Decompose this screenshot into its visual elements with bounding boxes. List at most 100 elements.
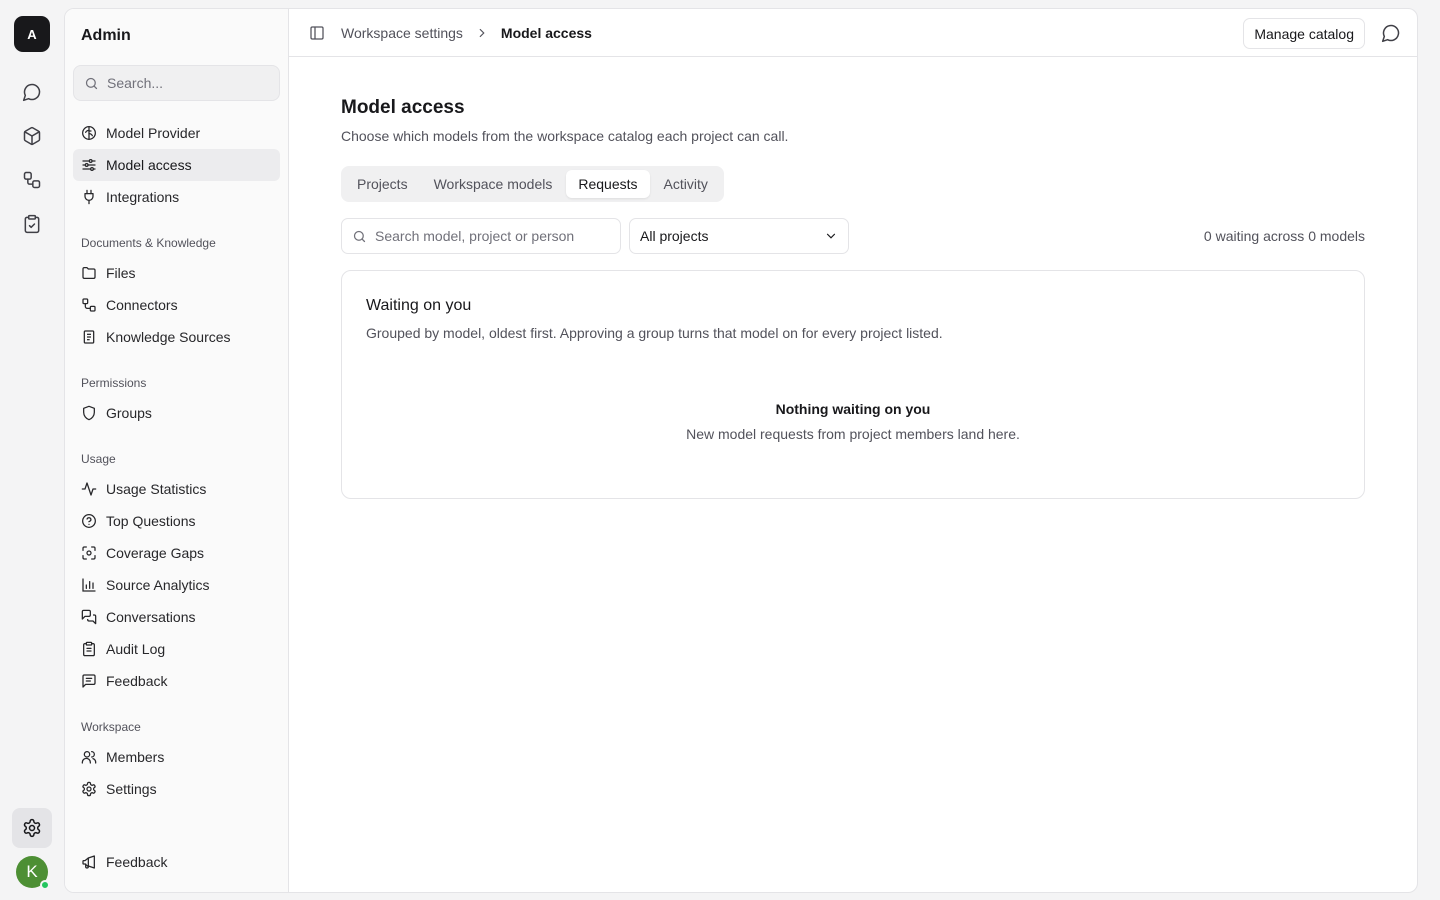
- breadcrumb-current: Model access: [500, 24, 592, 41]
- sidebar-title: Admin: [81, 27, 131, 44]
- sidebar-item-settings[interactable]: Settings: [73, 773, 280, 805]
- activity-icon: [81, 481, 97, 497]
- sidebar-item-label: Conversations: [106, 609, 196, 625]
- workspace-logo[interactable]: A: [14, 16, 50, 52]
- online-status-dot: [40, 880, 50, 890]
- rail-tasks-button[interactable]: [12, 204, 52, 244]
- folder-icon: [81, 265, 97, 281]
- help-circle-icon: [81, 513, 97, 529]
- tab-requests[interactable]: Requests: [566, 170, 650, 198]
- tab-bar: Projects Workspace models Requests Activ…: [341, 166, 724, 202]
- project-filter-value: All projects: [640, 228, 709, 244]
- rail-chat-button[interactable]: [12, 72, 52, 112]
- sidebar-item-label: Connectors: [106, 297, 178, 313]
- sidebar-item-label: Source Analytics: [106, 577, 210, 593]
- waiting-summary: 0 waiting across 0 models: [1203, 228, 1365, 244]
- sidebar-item-members[interactable]: Members: [73, 741, 280, 773]
- sidebar-item-label: Settings: [106, 781, 157, 797]
- book-icon: [81, 329, 97, 345]
- connector-icon: [81, 297, 97, 313]
- sidebar-item-label: Usage Statistics: [106, 481, 207, 497]
- brain-icon: [81, 125, 97, 141]
- icon-rail: A K: [0, 0, 64, 900]
- cube-icon: [22, 126, 42, 146]
- sidebar-item-files[interactable]: Files: [73, 257, 280, 289]
- sidebar-item-label: Files: [106, 265, 136, 281]
- section-heading-usage: Usage: [81, 452, 116, 466]
- card-subtitle: Grouped by model, oldest first. Approvin…: [366, 325, 943, 341]
- sidebar-item-label: Audit Log: [106, 641, 166, 657]
- section-heading-documents: Documents & Knowledge: [81, 236, 216, 250]
- user-avatar[interactable]: K: [16, 856, 50, 890]
- project-filter-select[interactable]: All projects: [629, 218, 849, 254]
- empty-state-title: Nothing waiting on you: [775, 401, 931, 417]
- sidebar-item-label: Coverage Gaps: [106, 545, 205, 561]
- search-icon: [84, 76, 99, 91]
- rail-settings-button[interactable]: [12, 808, 52, 848]
- requests-card: Waiting on you Grouped by model, oldest …: [341, 270, 1365, 499]
- sidebar-item-model-access[interactable]: Model access: [73, 149, 280, 181]
- main-content: Workspace settings Model access Manage c…: [289, 9, 1417, 892]
- clipboard-list-icon: [81, 641, 97, 657]
- sidebar-item-top-questions[interactable]: Top Questions: [73, 505, 280, 537]
- tab-activity[interactable]: Activity: [652, 170, 720, 198]
- tab-projects[interactable]: Projects: [345, 170, 420, 198]
- sidebar-item-label: Model Provider: [106, 125, 201, 141]
- empty-state: Nothing waiting on you New model request…: [342, 401, 1364, 442]
- app-frame: Admin Model Provider Model access: [64, 8, 1418, 893]
- page-title: Model access: [341, 97, 465, 118]
- tab-workspace-models[interactable]: Workspace models: [422, 170, 565, 198]
- sidebar-nav: Model Provider Model access Integrations…: [73, 117, 280, 805]
- chevron-down-icon: [824, 229, 838, 243]
- gear-icon: [22, 818, 42, 838]
- sidebar-item-label: Feedback: [106, 673, 168, 689]
- sidebar-item-connectors[interactable]: Connectors: [73, 289, 280, 321]
- breadcrumb: Workspace settings Model access: [341, 25, 592, 41]
- request-search-input[interactable]: [375, 228, 605, 244]
- manage-catalog-button[interactable]: Manage catalog: [1243, 18, 1365, 49]
- gear-icon: [81, 781, 97, 797]
- shield-icon: [81, 405, 97, 421]
- workflow-icon: [22, 170, 42, 190]
- sidebar-item-groups[interactable]: Groups: [73, 397, 280, 429]
- sidebar-footer-feedback[interactable]: Feedback: [73, 846, 280, 878]
- sidebar-item-conversations[interactable]: Conversations: [73, 601, 280, 633]
- sidebar-toggle-icon[interactable]: [309, 25, 325, 41]
- request-search[interactable]: [341, 218, 621, 254]
- chat-bubble-icon: [22, 82, 42, 102]
- rail-workflow-button[interactable]: [12, 160, 52, 200]
- sliders-icon: [81, 157, 97, 173]
- filter-bar: All projects 0 waiting across 0 models: [341, 218, 1365, 254]
- sidebar-item-label: Integrations: [106, 189, 180, 205]
- messages-icon: [81, 609, 97, 625]
- page-body: Model access Choose which models from th…: [341, 97, 1365, 499]
- sidebar-item-feedback[interactable]: Feedback: [73, 665, 280, 697]
- sidebar-item-source-analytics[interactable]: Source Analytics: [73, 569, 280, 601]
- message-square-text-icon: [81, 673, 97, 689]
- sidebar-item-usage-statistics[interactable]: Usage Statistics: [73, 473, 280, 505]
- sidebar-item-label: Top Questions: [106, 513, 196, 529]
- card-title: Waiting on you: [366, 297, 472, 314]
- sidebar-item-knowledge-sources[interactable]: Knowledge Sources: [73, 321, 280, 353]
- sidebar-item-label: Members: [106, 749, 165, 765]
- rail-models-button[interactable]: [12, 116, 52, 156]
- breadcrumb-workspace-settings[interactable]: Workspace settings: [341, 25, 463, 41]
- sidebar-item-label: Knowledge Sources: [106, 329, 231, 345]
- sidebar-item-label: Feedback: [106, 854, 168, 870]
- sidebar-search-input[interactable]: [107, 75, 267, 91]
- sidebar-item-coverage-gaps[interactable]: Coverage Gaps: [73, 537, 280, 569]
- sidebar-search[interactable]: [73, 65, 280, 101]
- assistant-chat-icon[interactable]: [1381, 23, 1401, 43]
- sidebar-item-label: Model access: [106, 157, 192, 173]
- sidebar-item-integrations[interactable]: Integrations: [73, 181, 280, 213]
- sidebar-item-audit-log[interactable]: Audit Log: [73, 633, 280, 665]
- section-heading-permissions: Permissions: [81, 376, 147, 390]
- bar-chart-icon: [81, 577, 97, 593]
- page-subtitle: Choose which models from the workspace c…: [341, 128, 789, 144]
- admin-sidebar: Admin Model Provider Model access: [65, 9, 289, 892]
- top-bar: Workspace settings Model access Manage c…: [289, 9, 1417, 57]
- sidebar-item-model-provider[interactable]: Model Provider: [73, 117, 280, 149]
- search-icon: [352, 229, 367, 244]
- sidebar-item-label: Groups: [106, 405, 152, 421]
- scan-icon: [81, 545, 97, 561]
